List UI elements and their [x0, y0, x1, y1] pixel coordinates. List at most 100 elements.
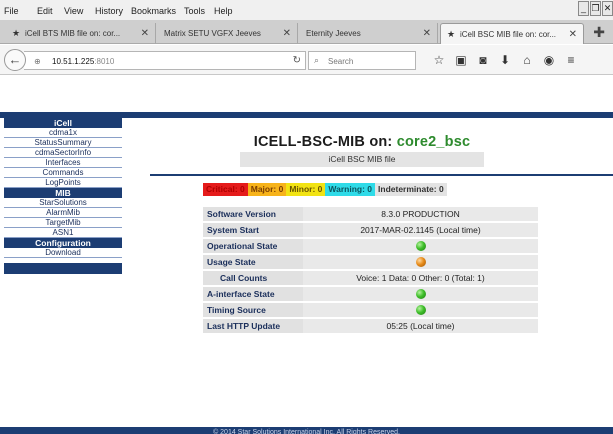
row-label: A-interface State	[203, 287, 303, 301]
new-tab-icon[interactable]: ✚	[593, 24, 605, 41]
green-status-dot-icon	[415, 289, 426, 300]
url-bar[interactable]: ⊕ 10.51.1.225:8010 ↻	[24, 51, 306, 70]
page-title-host: core2_bsc	[396, 134, 471, 150]
sidebar-item-logpoints[interactable]: LogPoints	[4, 178, 122, 188]
row-label: Operational State	[203, 239, 303, 253]
pocket-icon[interactable]: ◙	[472, 53, 494, 67]
sidebar-item-targetmib[interactable]: TargetMib	[4, 218, 122, 228]
table-row: Timing Source	[203, 303, 538, 317]
a-interface-state-value	[303, 287, 538, 301]
sidebar-item-interfaces[interactable]: Interfaces	[4, 158, 122, 168]
sidebar-header-mib: MIB	[4, 188, 122, 198]
alarm-critical[interactable]: Critical: 0	[203, 183, 248, 196]
search-input[interactable]: ⌕ Search	[308, 51, 416, 70]
table-row: Last HTTP Update 05:25 (Local time)	[203, 319, 538, 333]
alarm-summary-bar: Critical: 0 Major: 0 Minor: 0 Warning: 0…	[203, 183, 447, 196]
sidebar-item-download[interactable]: Download	[4, 248, 122, 258]
system-start-value: 2017-MAR-02.1145 (Local time)	[303, 223, 538, 237]
reload-icon[interactable]: ↻	[293, 55, 301, 66]
tab-eternity-jeeves[interactable]: Eternity Jeeves ✕	[300, 23, 438, 44]
sidebar-item-alarmmib[interactable]: AlarmMib	[4, 208, 122, 218]
timing-source-value	[303, 303, 538, 317]
search-icon: ⌕	[314, 55, 320, 65]
browser-menubar: File Edit View History Bookmarks Tools H…	[0, 0, 613, 20]
sidebar-item-statussummary[interactable]: StatusSummary	[4, 138, 122, 148]
usage-state-value	[303, 255, 538, 269]
menu-tools[interactable]: Tools	[184, 6, 205, 16]
sidebar-item-cdmasectorinfo[interactable]: cdmaSectorInfo	[4, 148, 122, 158]
sidebar-footer-bar	[4, 263, 122, 274]
last-http-update-value: 05:25 (Local time)	[303, 319, 538, 333]
table-row: Operational State	[203, 239, 538, 253]
close-window-icon[interactable]: ✕	[602, 1, 613, 16]
alarm-minor[interactable]: Minor: 0	[286, 183, 326, 196]
row-label: Software Version	[203, 207, 303, 221]
sidebar: iCell cdma1x StatusSummary cdmaSectorInf…	[4, 118, 122, 274]
menu-file[interactable]: File	[4, 6, 19, 16]
back-arrow-icon: ←	[8, 52, 22, 67]
chat-icon[interactable]: ◉	[538, 53, 560, 67]
tab-label: iCell BSC MIB file on: cor...	[460, 29, 557, 39]
search-placeholder: Search	[328, 57, 354, 66]
row-label: Last HTTP Update	[203, 319, 303, 333]
tab-strip: ★ iCell BTS MIB file on: cor... ✕ Matrix…	[0, 20, 613, 44]
reading-list-icon[interactable]: ▣	[450, 53, 472, 67]
green-status-dot-icon	[415, 241, 426, 252]
tab-label: Eternity Jeeves	[306, 29, 361, 38]
download-icon[interactable]: ⬇	[494, 53, 516, 67]
hamburger-menu-icon[interactable]: ≡	[560, 53, 582, 67]
home-icon[interactable]: ⌂	[516, 53, 538, 67]
menu-bookmarks[interactable]: Bookmarks	[131, 6, 176, 16]
table-row: Usage State	[203, 255, 538, 269]
url-text: 10.51.1.225:8010	[52, 57, 115, 66]
sidebar-item-asn1[interactable]: ASN1	[4, 228, 122, 238]
sidebar-item-cdma1x[interactable]: cdma1x	[4, 128, 122, 138]
sidebar-item-starsolutions[interactable]: StarSolutions	[4, 198, 122, 208]
page-footer: © 2014 Star Solutions International Inc.…	[0, 427, 613, 434]
globe-icon: ⊕	[34, 57, 41, 66]
star-favicon-icon: ★	[12, 28, 21, 38]
row-label: Usage State	[203, 255, 303, 269]
orange-status-dot-icon	[415, 257, 426, 268]
restore-icon[interactable]: ❐	[590, 1, 601, 16]
table-row: Call Counts Voice: 1 Data: 0 Other: 0 (T…	[203, 271, 538, 285]
tab-icell-bsc[interactable]: ★ iCell BSC MIB file on: cor... ✕	[440, 23, 584, 44]
call-counts-value: Voice: 1 Data: 0 Other: 0 (Total: 1)	[303, 271, 538, 285]
menu-history[interactable]: History	[95, 6, 123, 16]
sidebar-item-commands[interactable]: Commands	[4, 168, 122, 178]
table-row: A-interface State	[203, 287, 538, 301]
operational-state-value	[303, 239, 538, 253]
table-row: System Start 2017-MAR-02.1145 (Local tim…	[203, 223, 538, 237]
tab-matrix-setu[interactable]: Matrix SETU VGFX Jeeves ✕	[158, 23, 298, 44]
row-label: System Start	[203, 223, 303, 237]
sidebar-header-configuration: Configuration	[4, 238, 122, 248]
minimize-icon[interactable]: _	[578, 1, 589, 16]
menu-edit[interactable]: Edit	[37, 6, 53, 16]
close-tab-icon[interactable]: ✕	[141, 28, 149, 39]
close-tab-icon[interactable]: ✕	[569, 29, 577, 40]
navigation-bar: ⊕ 10.51.1.225:8010 ↻ ← ⌕ Search ☆ ▣ ◙ ⬇ …	[0, 45, 613, 75]
alarm-major[interactable]: Major: 0	[247, 183, 287, 196]
tab-icell-bts[interactable]: ★ iCell BTS MIB file on: cor... ✕	[6, 23, 156, 44]
toolbar-icons: ☆ ▣ ◙ ⬇ ⌂ ◉ ≡	[428, 53, 582, 67]
tab-label: iCell BTS MIB file on: cor...	[25, 29, 121, 38]
back-button[interactable]: ←	[4, 49, 26, 71]
status-table: Software Version 8.3.0 PRODUCTION System…	[203, 205, 538, 335]
window-controls: _ ❐ ✕	[577, 1, 613, 18]
close-tab-icon[interactable]: ✕	[283, 28, 291, 39]
alarm-warning[interactable]: Warning: 0	[325, 183, 376, 196]
table-row: Software Version 8.3.0 PRODUCTION	[203, 207, 538, 221]
close-tab-icon[interactable]: ✕	[423, 28, 431, 39]
menu-help[interactable]: Help	[214, 6, 233, 16]
tab-label: Matrix SETU VGFX Jeeves	[164, 29, 261, 38]
title-divider	[150, 174, 613, 176]
sidebar-header-icell: iCell	[4, 118, 122, 128]
green-status-dot-icon	[415, 305, 426, 316]
row-label: Timing Source	[203, 303, 303, 317]
bookmark-star-icon[interactable]: ☆	[428, 53, 450, 67]
row-label: Call Counts	[203, 271, 303, 285]
alarm-indeterminate[interactable]: Indeterminate: 0	[375, 183, 447, 196]
menu-view[interactable]: View	[64, 6, 83, 16]
star-favicon-icon: ★	[447, 28, 456, 39]
page-subtitle: iCell BSC MIB file	[240, 152, 484, 167]
